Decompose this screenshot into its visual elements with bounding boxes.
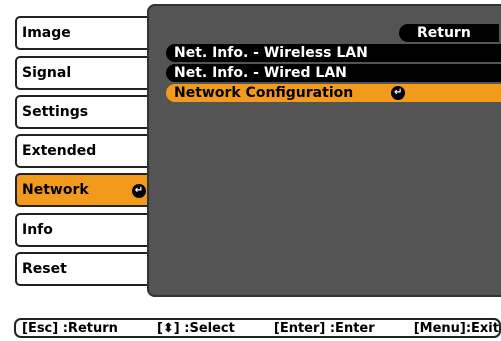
menu-item-label: Settings [22,104,89,120]
submenu-item-network-configuration[interactable]: Network Configuration ↵ [166,84,501,102]
submenu-item-label: Net. Info. - Wireless LAN [174,45,368,61]
menu-item-label: Reset [22,261,67,277]
menu-item-label: Signal [22,65,72,81]
menu-item-settings[interactable]: Settings [15,95,156,129]
help-select: [⬍] :Select [156,320,235,336]
submenu-item-label: Net. Info. - Wired LAN [174,65,347,81]
menu-item-network[interactable]: Network ↵ [15,173,156,207]
submenu-item-wireless-lan-info[interactable]: Net. Info. - Wireless LAN [166,44,501,62]
menu-item-label: Info [22,222,53,238]
help-menu-exit: [Menu]:Exit [413,320,499,336]
enter-icon: ↵ [391,86,406,100]
menu-item-label: Image [22,25,71,41]
menu-item-reset[interactable]: Reset [15,252,156,286]
menu-item-label: Extended [22,143,97,159]
return-label: Return [417,25,471,41]
menu-item-signal[interactable]: Signal [15,56,156,90]
menu-item-extended[interactable]: Extended [15,134,156,168]
help-esc: [Esc] :Return [22,320,118,336]
menu-item-label: Network [22,182,89,198]
help-enter: [Enter] :Enter [273,320,375,336]
return-button[interactable]: Return [399,24,499,42]
submenu-item-wired-lan-info[interactable]: Net. Info. - Wired LAN [166,64,501,82]
menu-item-info[interactable]: Info [15,213,156,247]
help-bar: [Esc] :Return [⬍] :Select [Enter] :Enter… [14,318,501,338]
menu-item-image[interactable]: Image [15,16,156,50]
submenu-item-label: Network Configuration [174,85,354,101]
enter-icon: ↵ [132,184,146,198]
